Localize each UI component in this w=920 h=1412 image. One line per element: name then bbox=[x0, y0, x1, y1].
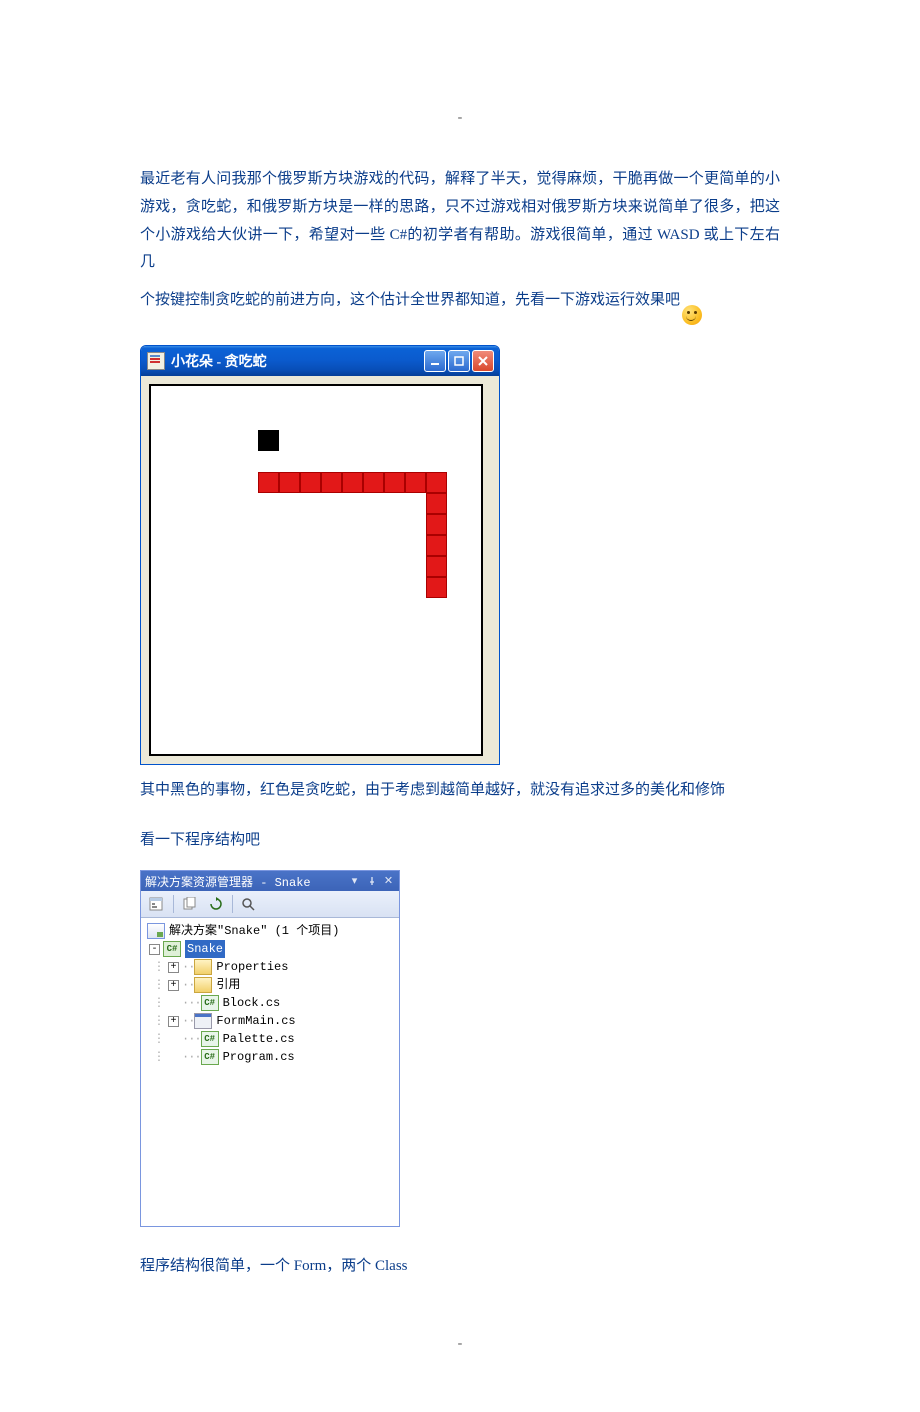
snake-segment bbox=[405, 472, 426, 493]
tree-spacer bbox=[168, 1052, 179, 1063]
program-label: Program.cs bbox=[223, 1048, 295, 1066]
tree-line: ⋮ bbox=[153, 1012, 164, 1030]
window-client-area bbox=[141, 376, 499, 764]
snake-segment bbox=[258, 472, 279, 493]
paragraph-3: 其中黑色的事物，红色是贪吃蛇，由于考虑到越简单越好，就没有追求过多的美化和修饰 bbox=[140, 777, 780, 805]
paragraph-2: 个按键控制贪吃蛇的前进方向，这个估计全世界都知道，先看一下游戏运行效果吧 bbox=[140, 287, 680, 315]
snake-segment bbox=[300, 472, 321, 493]
expand-icon[interactable]: + bbox=[168, 1016, 179, 1027]
toolbar-separator bbox=[173, 895, 174, 913]
paragraph-5: 程序结构很简单，一个 Form，两个 Class bbox=[140, 1253, 780, 1281]
snake-segment bbox=[321, 472, 342, 493]
tree-line: ·· bbox=[182, 976, 194, 994]
properties-icon[interactable] bbox=[145, 893, 169, 915]
paragraph-4: 看一下程序结构吧 bbox=[140, 827, 780, 855]
properties-node[interactable]: ⋮ + ·· Properties bbox=[145, 958, 399, 976]
csharp-file-icon: C# bbox=[201, 1049, 219, 1065]
formmain-cs-node[interactable]: ⋮ + ·· FormMain.cs bbox=[145, 1012, 399, 1030]
expand-icon[interactable]: + bbox=[168, 962, 179, 973]
toolbar-separator bbox=[232, 895, 233, 913]
solution-icon bbox=[147, 923, 165, 939]
csharp-file-icon: C# bbox=[201, 1031, 219, 1047]
snake-segment bbox=[426, 556, 447, 577]
food-cell bbox=[258, 430, 279, 451]
dropdown-icon[interactable]: ▾ bbox=[348, 875, 361, 888]
solution-explorer-window: 解决方案资源管理器 - Snake ▾ ✕ bbox=[140, 870, 400, 1227]
references-node[interactable]: ⋮ + ·· 引用 bbox=[145, 976, 399, 994]
panel-close-icon[interactable]: ✕ bbox=[382, 875, 395, 888]
snake-segment bbox=[426, 472, 447, 493]
window-titlebar[interactable]: 小花朵 - 贪吃蛇 bbox=[141, 346, 499, 376]
snake-segment bbox=[363, 472, 384, 493]
pin-icon[interactable] bbox=[365, 875, 378, 888]
references-label: 引用 bbox=[216, 976, 240, 994]
tree-line: ·· bbox=[182, 958, 194, 976]
program-cs-node[interactable]: ⋮ ··· C# Program.cs bbox=[145, 1048, 399, 1066]
window-title: 小花朵 - 贪吃蛇 bbox=[171, 351, 424, 371]
solution-tree[interactable]: 解决方案"Snake" (1 个项目) - C# Snake ⋮ + ·· Pr… bbox=[141, 918, 399, 1226]
view-code-icon[interactable] bbox=[237, 893, 261, 915]
palette-label: Palette.cs bbox=[223, 1030, 295, 1048]
project-node[interactable]: - C# Snake bbox=[145, 940, 399, 958]
snake-segment bbox=[279, 472, 300, 493]
tree-line: ··· bbox=[182, 1030, 201, 1048]
project-label: Snake bbox=[185, 940, 225, 958]
block-cs-node[interactable]: ⋮ ··· C# Block.cs bbox=[145, 994, 399, 1012]
collapse-icon[interactable]: - bbox=[149, 944, 160, 955]
formmain-label: FormMain.cs bbox=[216, 1012, 295, 1030]
folder-icon bbox=[194, 977, 212, 993]
palette-cs-node[interactable]: ⋮ ··· C# Palette.cs bbox=[145, 1030, 399, 1048]
tree-spacer bbox=[168, 1034, 179, 1045]
tree-line: ·· bbox=[182, 1012, 194, 1030]
paragraph-1: 最近老有人问我那个俄罗斯方块游戏的代码，解释了半天，觉得麻烦，干脆再做一个更简单… bbox=[140, 166, 780, 277]
tree-spacer bbox=[168, 998, 179, 1009]
tree-line: ⋮ bbox=[153, 958, 164, 976]
folder-icon bbox=[194, 959, 212, 975]
block-cs-label: Block.cs bbox=[223, 994, 281, 1012]
tree-line: ··· bbox=[182, 994, 201, 1012]
document-page: - 最近老有人问我那个俄罗斯方块游戏的代码，解释了半天，觉得麻烦，干脆再做一个更… bbox=[0, 0, 920, 1412]
snake-segment bbox=[426, 514, 447, 535]
maximize-button[interactable] bbox=[448, 350, 470, 372]
expand-icon[interactable]: + bbox=[168, 980, 179, 991]
solution-explorer-title: 解决方案资源管理器 - Snake bbox=[145, 873, 311, 890]
csharp-file-icon: C# bbox=[201, 995, 219, 1011]
show-all-files-icon[interactable] bbox=[178, 893, 202, 915]
game-board[interactable] bbox=[149, 384, 483, 756]
tree-line: ⋮ bbox=[153, 1048, 164, 1066]
snake-segment bbox=[426, 577, 447, 598]
footer-dash: - bbox=[140, 1336, 780, 1352]
close-button[interactable] bbox=[472, 350, 494, 372]
minimize-button[interactable] bbox=[424, 350, 446, 372]
snake-segment bbox=[426, 493, 447, 514]
tree-line: ⋮ bbox=[153, 1030, 164, 1048]
tree-line: ⋮ bbox=[153, 994, 164, 1012]
tree-line: ··· bbox=[182, 1048, 201, 1066]
solution-node[interactable]: 解决方案"Snake" (1 个项目) bbox=[145, 922, 399, 940]
paragraph-2-line: 个按键控制贪吃蛇的前进方向，这个估计全世界都知道，先看一下游戏运行效果吧 bbox=[140, 287, 780, 325]
form-icon bbox=[194, 1013, 212, 1029]
solution-explorer-titlebar[interactable]: 解决方案资源管理器 - Snake ▾ ✕ bbox=[141, 871, 399, 891]
window-buttons bbox=[424, 350, 494, 372]
snake-game-window: 小花朵 - 贪吃蛇 bbox=[140, 345, 500, 765]
solution-explorer-toolbar bbox=[141, 891, 399, 918]
tree-line: ⋮ bbox=[153, 976, 164, 994]
snake-segment bbox=[426, 535, 447, 556]
snake-segment bbox=[342, 472, 363, 493]
csharp-project-icon: C# bbox=[163, 941, 181, 957]
properties-label: Properties bbox=[216, 958, 288, 976]
smile-emoji-icon bbox=[682, 305, 702, 325]
solution-label: 解决方案"Snake" (1 个项目) bbox=[169, 922, 339, 940]
refresh-icon[interactable] bbox=[204, 893, 228, 915]
snake-segment bbox=[384, 472, 405, 493]
app-icon bbox=[147, 352, 165, 370]
header-dash: - bbox=[140, 110, 780, 126]
